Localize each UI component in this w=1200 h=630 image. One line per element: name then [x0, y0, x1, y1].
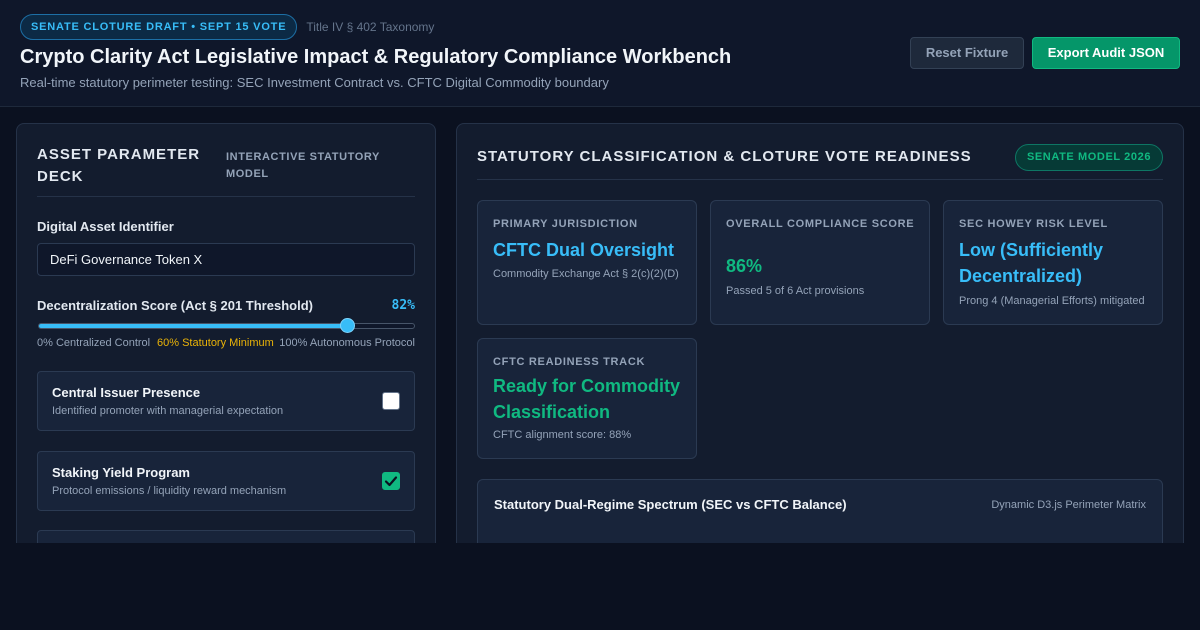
taxonomy-tag: Title IV § 402 Taxonomy	[306, 20, 435, 34]
viewport-bottom-band	[0, 543, 1200, 630]
metric-note: Prong 4 (Managerial Efforts) mitigated	[959, 295, 1145, 307]
page-title: Crypto Clarity Act Legislative Impact & …	[20, 46, 732, 68]
toggle-central-issuer[interactable]: Central Issuer Presence Identified promo…	[37, 371, 415, 431]
toggle-description: Protocol emissions / liquidity reward me…	[52, 485, 287, 497]
spectrum-title: Statutory Dual-Regime Spectrum (SEC vs C…	[494, 497, 847, 512]
checkmark-icon	[384, 476, 398, 487]
decentralization-score-label: Decentralization Score (Act § 201 Thresh…	[37, 298, 313, 313]
decentralization-score-value: 82%	[391, 298, 415, 313]
central-issuer-checkbox[interactable]	[382, 392, 400, 410]
compliance-score-card: OVERALL COMPLIANCE SCORE 86% Passed 5 of…	[710, 200, 930, 325]
deck-title: ASSET PARAMETER DECK	[37, 146, 201, 185]
page-subtitle: Real-time statutory perimeter testing: S…	[20, 75, 609, 90]
deck-divider	[37, 196, 415, 197]
toggle-staking-yield[interactable]: Staking Yield Program Protocol emissions…	[37, 451, 415, 511]
metric-label: PRIMARY JURISDICTION	[493, 218, 638, 230]
classification-panel: STATUTORY CLASSIFICATION & CLOTURE VOTE …	[456, 123, 1184, 589]
primary-jurisdiction-card: PRIMARY JURISDICTION CFTC Dual Oversight…	[477, 200, 697, 325]
asset-identifier-input[interactable]	[37, 243, 415, 276]
cftc-readiness-card: CFTC READINESS TRACK Ready for Commodity…	[477, 338, 697, 459]
asset-parameter-deck: ASSET PARAMETER DECK INTERACTIVE STATUTO…	[16, 123, 436, 590]
cloture-status-badge: SENATE CLOTURE DRAFT • SEPT 15 VOTE	[20, 14, 298, 40]
scale-max-label: 100% Autonomous Protocol	[279, 337, 415, 349]
scale-min-label: 0% Centralized Control	[37, 337, 151, 349]
metric-value: CFTC Dual Oversight	[493, 240, 675, 260]
metric-value: Ready for Commodity Classification	[493, 376, 681, 422]
reset-fixture-button[interactable]: Reset Fixture	[910, 37, 1024, 69]
header-badge-row: SENATE CLOTURE DRAFT • SEPT 15 VOTE Titl…	[20, 14, 434, 40]
metric-label: CFTC READINESS TRACK	[493, 356, 646, 368]
asset-identifier-label: Digital Asset Identifier	[37, 219, 174, 234]
howey-risk-card: SEC HOWEY RISK LEVEL Low (Sufficiently D…	[943, 200, 1163, 325]
slider-fill	[39, 324, 347, 328]
metric-note: CFTC alignment score: 88%	[493, 429, 632, 441]
slider-thumb[interactable]	[340, 318, 355, 333]
decentralization-slider[interactable]	[38, 318, 415, 333]
spectrum-tag: Dynamic D3.js Perimeter Matrix	[991, 499, 1146, 511]
senate-model-badge: SENATE MODEL 2026	[1015, 144, 1163, 171]
export-audit-json-button[interactable]: Export Audit JSON	[1032, 37, 1180, 69]
classification-title: STATUTORY CLASSIFICATION & CLOTURE VOTE …	[477, 148, 972, 165]
scale-threshold-label: 60% Statutory Minimum	[157, 337, 274, 349]
toggle-title: Central Issuer Presence	[52, 385, 201, 400]
toggle-title: Staking Yield Program	[52, 465, 190, 480]
classification-divider	[477, 179, 1163, 180]
metric-value: 86%	[726, 256, 763, 276]
staking-yield-checkbox[interactable]	[382, 472, 400, 490]
metric-label: SEC HOWEY RISK LEVEL	[959, 218, 1108, 230]
toggle-description: Identified promoter with managerial expe…	[52, 405, 284, 417]
metric-value: Low (Sufficiently Decentralized)	[959, 240, 1103, 286]
metric-note: Passed 5 of 6 Act provisions	[726, 285, 865, 297]
metric-note: Commodity Exchange Act § 2(c)(2)(D)	[493, 268, 679, 280]
metric-label: OVERALL COMPLIANCE SCORE	[726, 218, 915, 230]
app-header: SENATE CLOTURE DRAFT • SEPT 15 VOTE Titl…	[0, 0, 1200, 107]
deck-subtitle: INTERACTIVE STATUTORY MODEL	[226, 151, 380, 180]
